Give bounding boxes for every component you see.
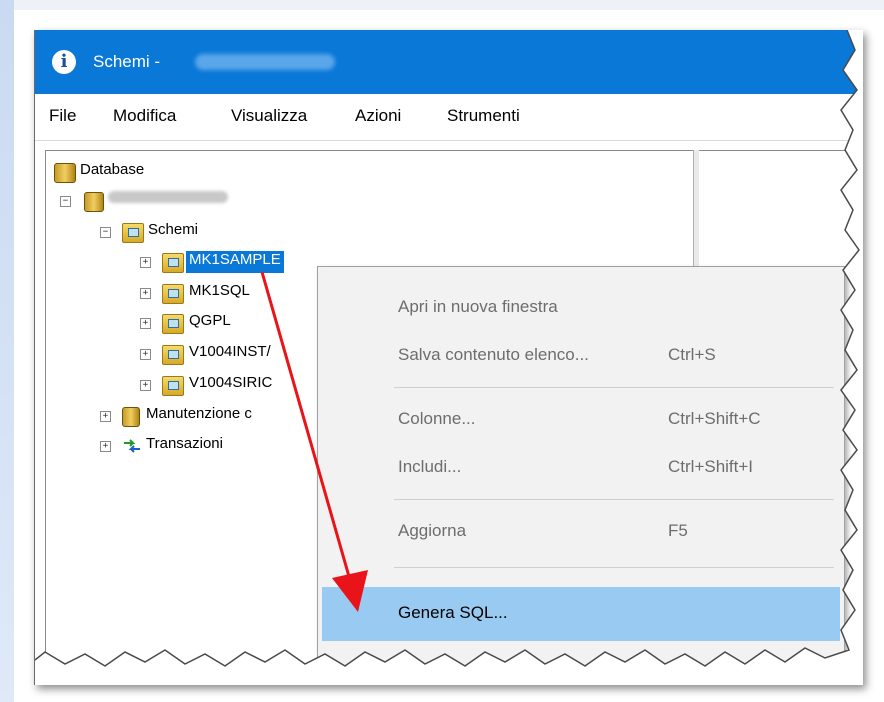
- annotation-arrow: [260, 271, 368, 612]
